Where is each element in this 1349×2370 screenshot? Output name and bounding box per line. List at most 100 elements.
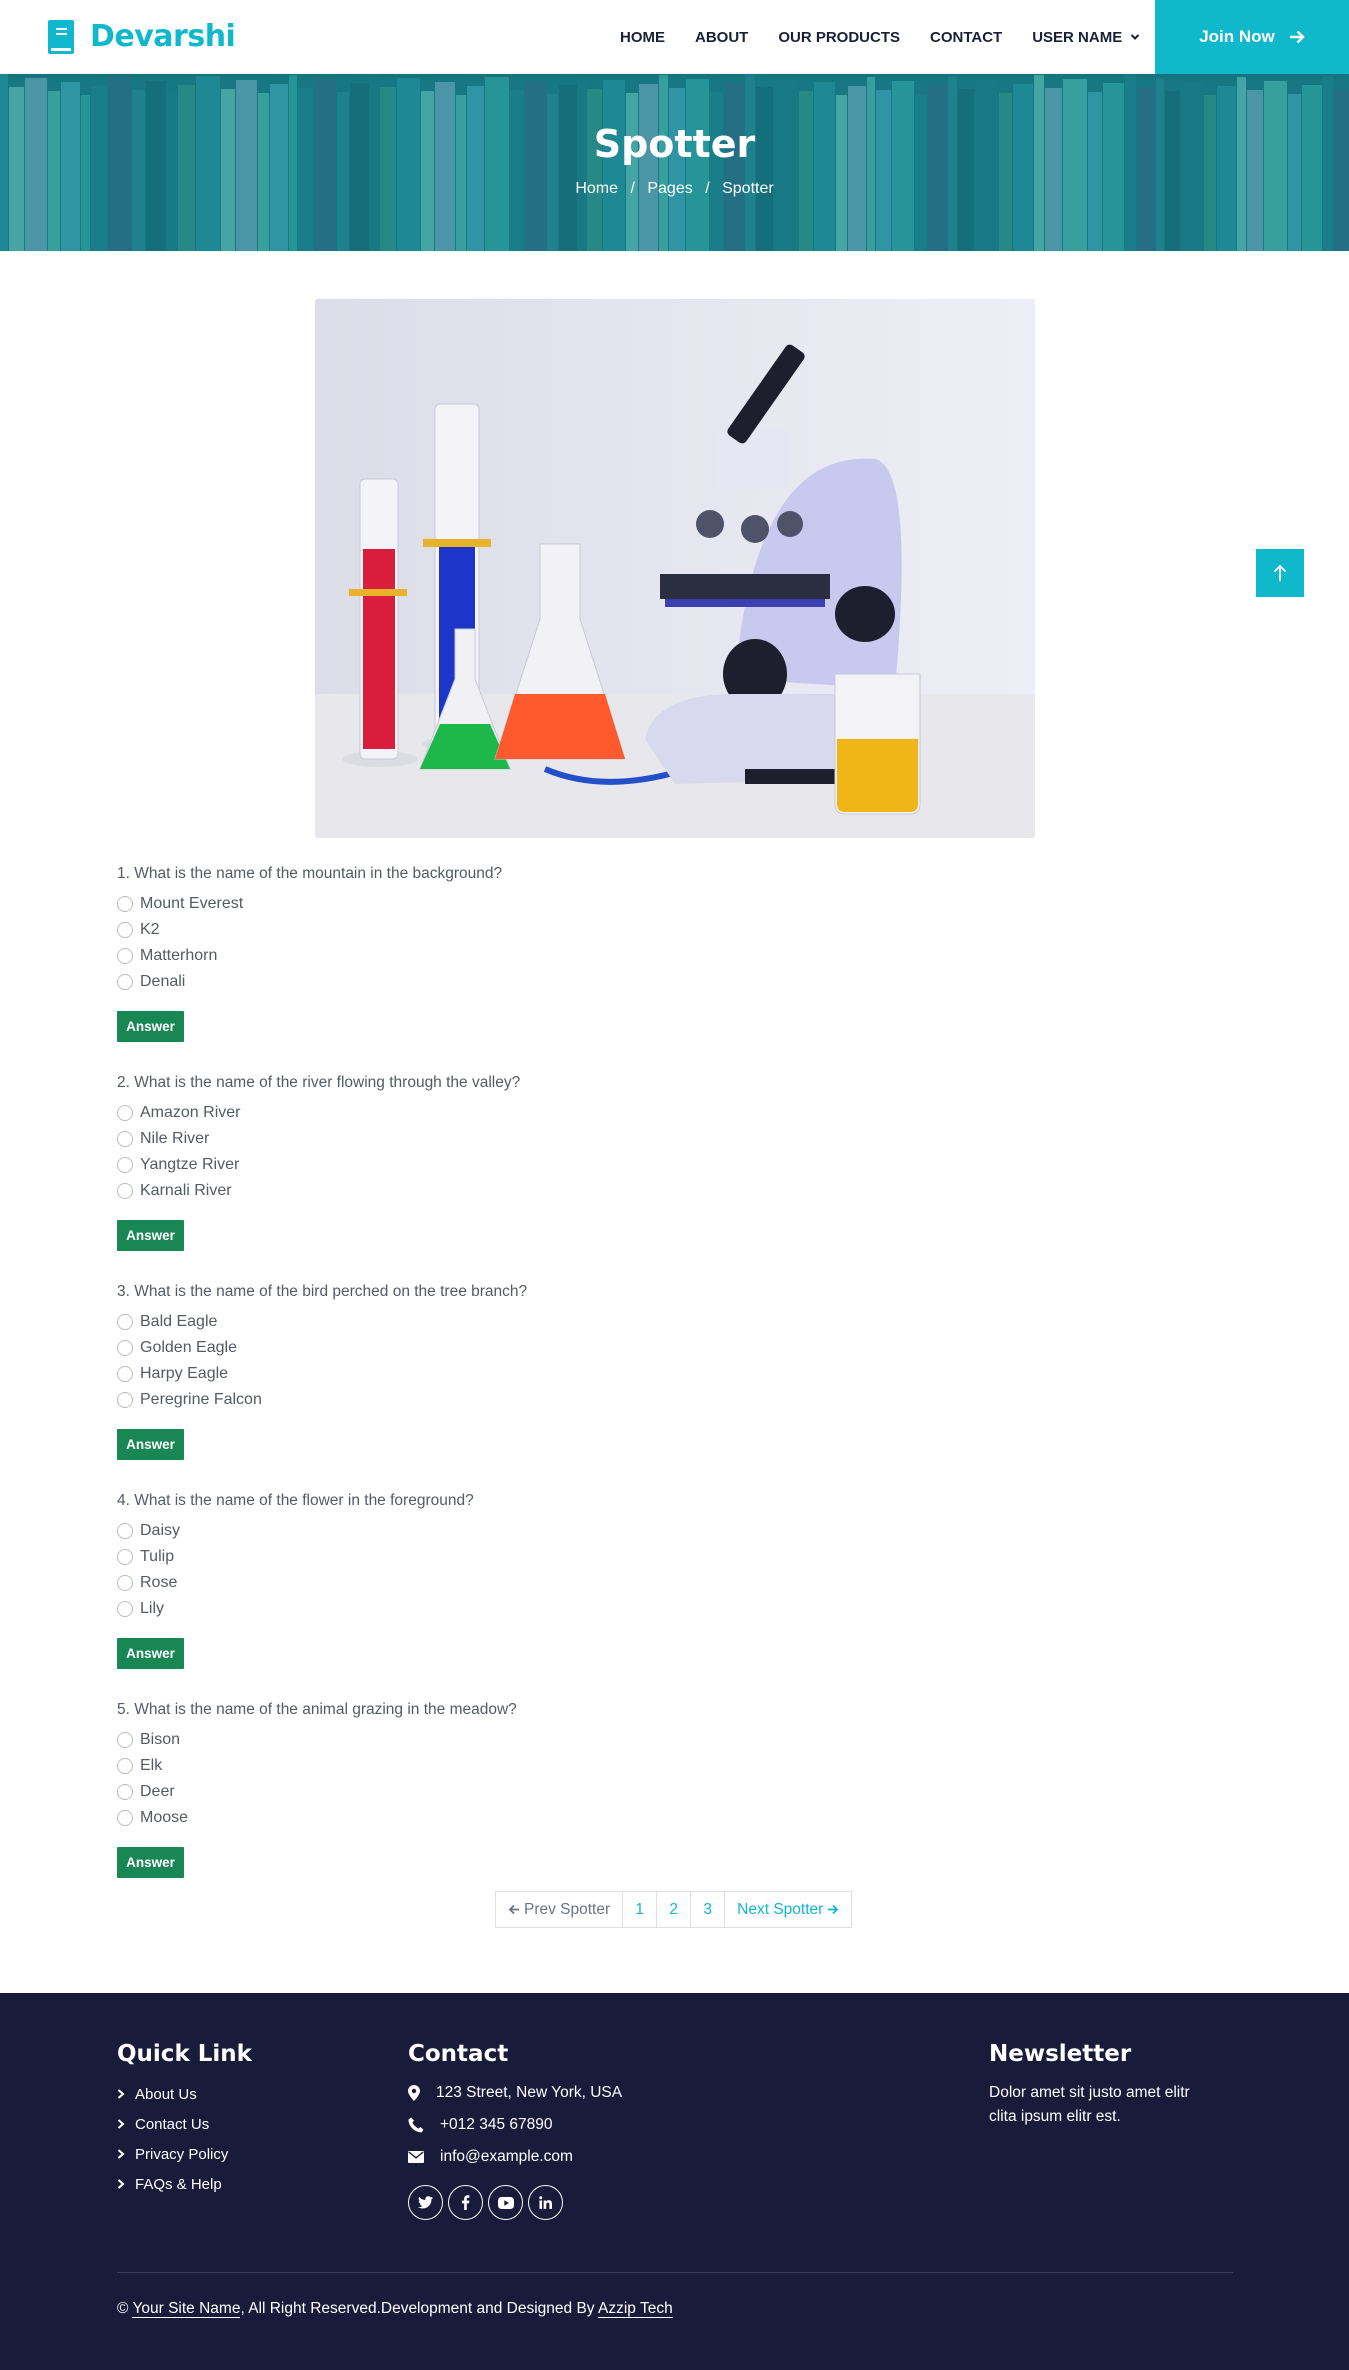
answer-option[interactable]: Karnali River <box>117 1178 717 1204</box>
radio-button[interactable] <box>117 1784 133 1800</box>
radio-button[interactable] <box>117 1131 133 1147</box>
answer-option[interactable]: Moose <box>117 1805 717 1831</box>
answer-option[interactable]: K2 <box>117 917 717 943</box>
radio-button[interactable] <box>117 974 133 990</box>
answer-button[interactable]: Answer <box>117 1847 184 1878</box>
brand-name: Devarshi <box>90 19 236 54</box>
nav-home[interactable]: HOME <box>620 29 665 46</box>
breadcrumb: Home / Pages / Spotter <box>0 180 1349 198</box>
radio-button[interactable] <box>117 1340 133 1356</box>
copyright-symbol: © <box>117 2300 129 2317</box>
option-label: Moose <box>140 1809 189 1826</box>
nav-contact[interactable]: CONTACT <box>930 29 1002 46</box>
youtube-link[interactable] <box>488 2185 523 2220</box>
answer-option[interactable]: Amazon River <box>117 1100 717 1126</box>
question-text: 2. What is the name of the river flowing… <box>117 1074 521 1091</box>
option-label: Mount Everest <box>140 895 244 912</box>
page-link-2[interactable]: 2 <box>656 1892 690 1927</box>
answer-button[interactable]: Answer <box>117 1011 184 1042</box>
quick-link-about-us[interactable]: About Us <box>117 2079 252 2109</box>
option-label: Rose <box>140 1574 178 1591</box>
chevron-right-icon <box>117 2089 125 2099</box>
radio-button[interactable] <box>117 1392 133 1408</box>
page-title: Spotter <box>593 122 756 166</box>
breadcrumb-pages[interactable]: Pages <box>647 180 692 197</box>
twitter-link[interactable] <box>408 2185 443 2220</box>
question-block: 5. What is the name of the animal grazin… <box>117 1701 717 1878</box>
answer-button[interactable]: Answer <box>117 1220 184 1251</box>
answer-option[interactable]: Bald Eagle <box>117 1309 717 1335</box>
answer-option[interactable]: Daisy <box>117 1518 717 1544</box>
radio-button[interactable] <box>117 1575 133 1591</box>
quick-link-label: Privacy Policy <box>135 2145 229 2163</box>
answer-option[interactable]: Rose <box>117 1570 717 1596</box>
quick-link-privacy-policy[interactable]: Privacy Policy <box>117 2139 252 2169</box>
radio-button[interactable] <box>117 1549 133 1565</box>
envelope-icon <box>408 2151 424 2163</box>
facebook-link[interactable] <box>448 2185 483 2220</box>
designer-link[interactable]: Azzip Tech <box>598 2300 673 2318</box>
radio-button[interactable] <box>117 1105 133 1121</box>
brand-logo[interactable]: Devarshi <box>48 19 236 54</box>
radio-button[interactable] <box>117 1157 133 1173</box>
answer-option[interactable]: Lily <box>117 1596 717 1622</box>
page-link-3[interactable]: 3 <box>690 1892 724 1927</box>
arrow-up-icon <box>1273 564 1287 581</box>
map-marker-icon <box>408 2085 420 2101</box>
option-label: Harpy Eagle <box>140 1365 229 1382</box>
radio-button[interactable] <box>117 1183 133 1199</box>
next-spotter-link[interactable]: Next Spotter <box>724 1892 851 1927</box>
answer-button[interactable]: Answer <box>117 1638 184 1669</box>
answer-option[interactable]: Tulip <box>117 1544 717 1570</box>
option-label: Bald Eagle <box>140 1313 218 1330</box>
radio-button[interactable] <box>117 1810 133 1826</box>
radio-button[interactable] <box>117 1732 133 1748</box>
answer-option[interactable]: Golden Eagle <box>117 1335 717 1361</box>
linkedin-link[interactable] <box>528 2185 563 2220</box>
breadcrumb-home[interactable]: Home <box>575 180 618 197</box>
page-link-1[interactable]: 1 <box>622 1892 656 1927</box>
radio-button[interactable] <box>117 1758 133 1774</box>
footer-quick-links: Quick Link About Us Contact Us Privacy P… <box>117 2041 252 2199</box>
back-to-top-button[interactable] <box>1256 549 1304 597</box>
nav-our-products[interactable]: OUR PRODUCTS <box>778 29 900 46</box>
radio-button[interactable] <box>117 1314 133 1330</box>
nav-menu: HOME ABOUT OUR PRODUCTS CONTACT USER NAM… <box>620 0 1170 74</box>
answer-button[interactable]: Answer <box>117 1429 184 1460</box>
answer-option[interactable]: Yangtze River <box>117 1152 717 1178</box>
answer-option[interactable]: Elk <box>117 1753 717 1779</box>
option-label: Matterhorn <box>140 947 218 964</box>
option-label: Tulip <box>140 1548 175 1565</box>
radio-button[interactable] <box>117 1366 133 1382</box>
answer-option[interactable]: Matterhorn <box>117 943 717 969</box>
site-name-link[interactable]: Your Site Name <box>132 2300 241 2318</box>
chevron-right-icon <box>117 2119 125 2129</box>
answer-option[interactable]: Harpy Eagle <box>117 1361 717 1387</box>
question-block: 1. What is the name of the mountain in t… <box>117 865 717 1042</box>
nav-user-menu[interactable]: USER NAME <box>1032 29 1140 46</box>
radio-button[interactable] <box>117 896 133 912</box>
copyright-text: , All Right Reserved.Development and Des… <box>240 2300 595 2317</box>
copyright: © Your Site Name, All Right Reserved.Dev… <box>117 2300 673 2318</box>
radio-button[interactable] <box>117 922 133 938</box>
radio-button[interactable] <box>117 948 133 964</box>
option-label: Yangtze River <box>140 1156 240 1173</box>
radio-button[interactable] <box>117 1523 133 1539</box>
join-now-button[interactable]: Join Now <box>1155 0 1349 74</box>
quick-link-title: Quick Link <box>117 2041 252 2067</box>
answer-option[interactable]: Mount Everest <box>117 891 717 917</box>
newsletter-text: Dolor amet sit justo amet elitr clita ip… <box>989 2084 1190 2125</box>
radio-button[interactable] <box>117 1601 133 1617</box>
answer-option[interactable]: Denali <box>117 969 717 995</box>
join-now-label: Join Now <box>1199 27 1275 46</box>
arrow-left-icon <box>508 1904 519 1915</box>
quick-link-contact-us[interactable]: Contact Us <box>117 2109 252 2139</box>
answer-option[interactable]: Nile River <box>117 1126 717 1152</box>
quick-link-faqs-help[interactable]: FAQs & Help <box>117 2169 252 2199</box>
answer-option[interactable]: Peregrine Falcon <box>117 1387 717 1413</box>
footer-contact: Contact 123 Street, New York, USA +012 3… <box>408 2041 622 2220</box>
prev-spotter-link[interactable]: Prev Spotter <box>496 1892 622 1927</box>
answer-option[interactable]: Bison <box>117 1727 717 1753</box>
answer-option[interactable]: Deer <box>117 1779 717 1805</box>
nav-about[interactable]: ABOUT <box>695 29 748 46</box>
